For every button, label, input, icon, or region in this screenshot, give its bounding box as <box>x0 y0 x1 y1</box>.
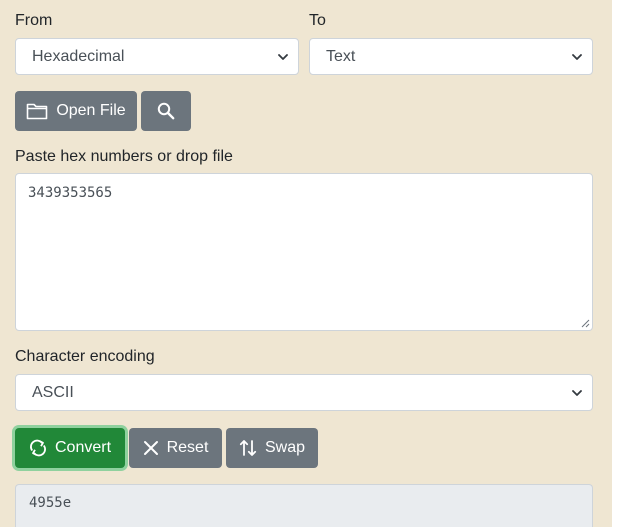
output-textarea[interactable]: 4955e <box>15 484 593 527</box>
swap-label: Swap <box>264 439 306 456</box>
hex-input-textarea[interactable]: 3439353565 <box>15 173 593 331</box>
swap-button[interactable]: Swap <box>226 428 318 468</box>
convert-label: Convert <box>54 439 112 456</box>
chevron-down-icon <box>572 54 582 60</box>
open-file-label: Open File <box>56 102 126 119</box>
encoding-label: Character encoding <box>15 348 155 365</box>
open-file-button[interactable]: Open File <box>15 91 137 131</box>
swap-vertical-icon <box>239 440 257 456</box>
resize-grip-icon[interactable] <box>581 319 590 328</box>
refresh-icon <box>30 439 46 457</box>
to-label: To <box>309 12 326 29</box>
output-value: 4955e <box>29 495 72 511</box>
hex-input-value: 3439353565 <box>28 185 113 201</box>
encoding-select[interactable]: ASCII <box>15 374 593 411</box>
chevron-down-icon <box>278 54 288 60</box>
chevron-down-icon <box>572 390 582 396</box>
reset-button[interactable]: Reset <box>129 428 222 468</box>
to-select-value: Text <box>326 48 356 65</box>
folder-icon <box>27 103 48 120</box>
from-select-value: Hexadecimal <box>32 48 125 65</box>
input-label: Paste hex numbers or drop file <box>15 148 233 165</box>
reset-label: Reset <box>166 439 209 456</box>
converter-panel: From Hexadecimal To Text Open File Paste… <box>0 0 612 527</box>
from-select[interactable]: Hexadecimal <box>15 38 299 75</box>
from-label: From <box>15 12 53 29</box>
encoding-select-value: ASCII <box>32 384 74 401</box>
convert-button[interactable]: Convert <box>15 428 125 468</box>
search-button[interactable] <box>141 91 191 131</box>
to-select[interactable]: Text <box>309 38 593 75</box>
search-icon <box>157 102 175 120</box>
close-icon <box>143 441 158 455</box>
